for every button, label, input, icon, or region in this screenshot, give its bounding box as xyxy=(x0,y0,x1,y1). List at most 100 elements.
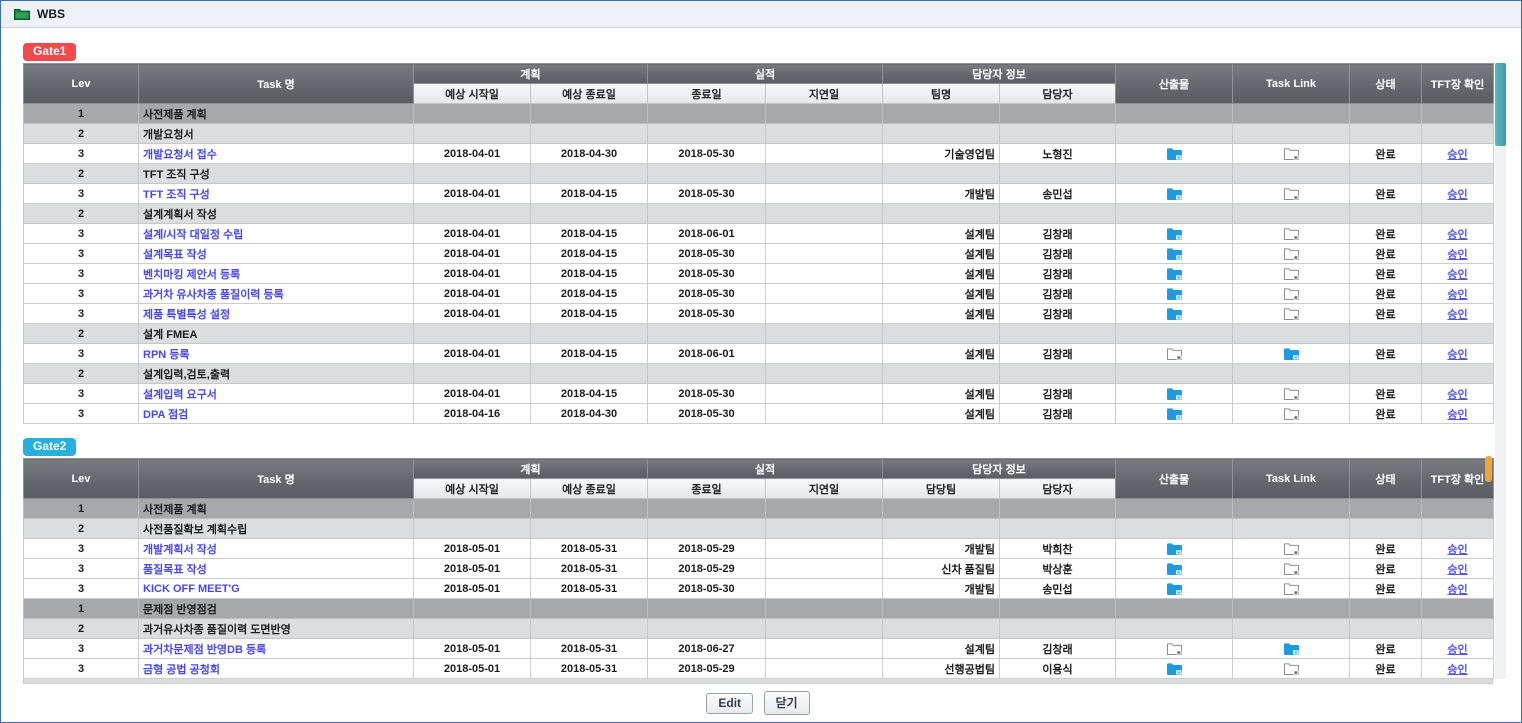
task-name-link[interactable]: 설계목표 작성 xyxy=(143,249,207,261)
delay-cell xyxy=(766,204,883,224)
blue-folder-icon[interactable] xyxy=(1167,542,1182,555)
approve-link[interactable]: 승인 xyxy=(1447,644,1467,656)
approve-link[interactable]: 승인 xyxy=(1447,249,1467,261)
approve-link[interactable]: 승인 xyxy=(1447,349,1467,361)
blue-folder-icon[interactable] xyxy=(1167,267,1182,280)
delay-cell xyxy=(766,539,883,559)
close-button[interactable]: 닫기 xyxy=(764,691,810,715)
delay-cell xyxy=(766,344,883,364)
owner-cell xyxy=(1000,364,1116,384)
team-cell: 설계팀 xyxy=(883,344,1000,364)
task-name-link[interactable]: 과거차 유사차종 품질이력 등록 xyxy=(143,289,284,301)
actual-end-cell: 2018-05-30 xyxy=(648,264,766,284)
task-name-link[interactable]: 제품 특별특성 설정 xyxy=(143,309,230,321)
task-name-link[interactable]: 설계/시작 대일정 수립 xyxy=(143,229,243,241)
plan-start-cell xyxy=(414,204,531,224)
edit-button[interactable]: Edit xyxy=(706,693,753,714)
gray-folder-icon[interactable] xyxy=(1284,542,1299,555)
task-name-link[interactable]: DPA 점검 xyxy=(143,409,188,421)
task-link-cell xyxy=(1233,599,1350,619)
gray-folder-icon[interactable] xyxy=(1284,147,1299,160)
blue-folder-icon[interactable] xyxy=(1167,247,1182,260)
actual-end-cell xyxy=(648,599,766,619)
task-row: 3RPN 등록2018-04-012018-04-152018-06-01설계팀… xyxy=(24,344,1494,364)
scrollbar-thumb[interactable] xyxy=(1495,63,1506,146)
approve-link[interactable]: 승인 xyxy=(1447,564,1467,576)
clipped-partial-row xyxy=(23,679,1493,684)
task-name-link[interactable]: RPN 등록 xyxy=(143,349,190,361)
approve-link[interactable]: 승인 xyxy=(1447,289,1467,301)
blue-folder-icon[interactable] xyxy=(1167,147,1182,160)
gray-folder-icon[interactable] xyxy=(1284,562,1299,575)
blue-folder-icon[interactable] xyxy=(1167,227,1182,240)
col-header-tft-confirm: TFT장 확인 xyxy=(1422,459,1494,499)
plan-end-cell xyxy=(531,164,648,184)
gray-folder-icon[interactable] xyxy=(1284,407,1299,420)
gray-folder-icon[interactable] xyxy=(1284,227,1299,240)
lev-cell: 2 xyxy=(24,124,139,144)
approve-link[interactable]: 승인 xyxy=(1447,409,1467,421)
plan-start-cell: 2018-05-01 xyxy=(414,639,531,659)
tft-confirm-cell: 승인 xyxy=(1422,639,1494,659)
gate2-scrollbar-thumb[interactable] xyxy=(1485,456,1492,482)
tft-confirm-cell xyxy=(1422,204,1494,224)
gray-folder-icon[interactable] xyxy=(1167,642,1182,655)
deliverable-cell xyxy=(1116,559,1233,579)
approve-link[interactable]: 승인 xyxy=(1447,664,1467,676)
task-name-link[interactable]: KICK OFF MEET'G xyxy=(143,583,240,595)
plan-end-cell xyxy=(531,364,648,384)
task-row: 3금형 공법 공청회2018-05-012018-05-312018-05-29… xyxy=(24,659,1494,679)
task-row: 2설계 FMEA xyxy=(24,324,1494,344)
task-name-link[interactable]: 금형 공법 공청회 xyxy=(143,664,220,676)
blue-folder-icon[interactable] xyxy=(1167,662,1182,675)
task-name-link[interactable]: 품질목표 작성 xyxy=(143,564,207,576)
gray-folder-icon[interactable] xyxy=(1284,247,1299,260)
task-name-link[interactable]: 설계입력 요구서 xyxy=(143,389,217,401)
task-name-link[interactable]: 과거차문제점 반영DB 등록 xyxy=(143,644,266,656)
gray-folder-icon[interactable] xyxy=(1284,287,1299,300)
blue-folder-icon[interactable] xyxy=(1284,642,1299,655)
blue-folder-icon[interactable] xyxy=(1167,387,1182,400)
tft-confirm-cell xyxy=(1422,619,1494,639)
blue-folder-icon[interactable] xyxy=(1167,562,1182,575)
approve-link[interactable]: 승인 xyxy=(1447,229,1467,241)
gate1-badge: Gate1 xyxy=(23,43,76,61)
approve-link[interactable]: 승인 xyxy=(1447,149,1467,161)
task-row: 3제품 특별특성 설정2018-04-012018-04-152018-05-3… xyxy=(24,304,1494,324)
approve-link[interactable]: 승인 xyxy=(1447,389,1467,401)
task-name-link[interactable]: 개발계획서 작성 xyxy=(143,544,217,556)
col-header-plan-start: 예상 시작일 xyxy=(414,84,531,104)
tft-confirm-cell xyxy=(1422,124,1494,144)
gray-folder-icon[interactable] xyxy=(1284,582,1299,595)
blue-folder-icon[interactable] xyxy=(1167,582,1182,595)
approve-link[interactable]: 승인 xyxy=(1447,269,1467,281)
task-link-cell xyxy=(1233,639,1350,659)
blue-folder-icon[interactable] xyxy=(1167,407,1182,420)
approve-link[interactable]: 승인 xyxy=(1447,309,1467,321)
deliverable-cell xyxy=(1116,244,1233,264)
wbs-content: Gate1 LevTask 명계획실적담당자 정보산출물Task Link상태TF… xyxy=(1,28,1521,715)
task-name-link[interactable]: TFT 조직 구성 xyxy=(143,189,210,201)
approve-link[interactable]: 승인 xyxy=(1447,544,1467,556)
gray-folder-icon[interactable] xyxy=(1167,347,1182,360)
gate1-table: LevTask 명계획실적담당자 정보산출물Task Link상태TFT장 확인… xyxy=(23,63,1494,424)
gray-folder-icon[interactable] xyxy=(1284,387,1299,400)
approve-link[interactable]: 승인 xyxy=(1447,189,1467,201)
plan-end-cell: 2018-04-15 xyxy=(531,304,648,324)
gray-folder-icon[interactable] xyxy=(1284,307,1299,320)
task-name-link[interactable]: 개발요청서 접수 xyxy=(143,149,217,161)
actual-end-cell: 2018-06-01 xyxy=(648,224,766,244)
deliverable-cell xyxy=(1116,264,1233,284)
gray-folder-icon[interactable] xyxy=(1284,267,1299,280)
gray-folder-icon[interactable] xyxy=(1284,662,1299,675)
blue-folder-icon[interactable] xyxy=(1167,187,1182,200)
tft-confirm-cell: 승인 xyxy=(1422,539,1494,559)
blue-folder-icon[interactable] xyxy=(1284,347,1299,360)
blue-folder-icon[interactable] xyxy=(1167,307,1182,320)
task-name-link[interactable]: 벤치마킹 제안서 등록 xyxy=(143,269,240,281)
gray-folder-icon[interactable] xyxy=(1284,187,1299,200)
owner-cell: 박상훈 xyxy=(1000,559,1116,579)
blue-folder-icon[interactable] xyxy=(1167,287,1182,300)
approve-link[interactable]: 승인 xyxy=(1447,584,1467,596)
task-name-cell: 벤치마킹 제안서 등록 xyxy=(139,264,414,284)
